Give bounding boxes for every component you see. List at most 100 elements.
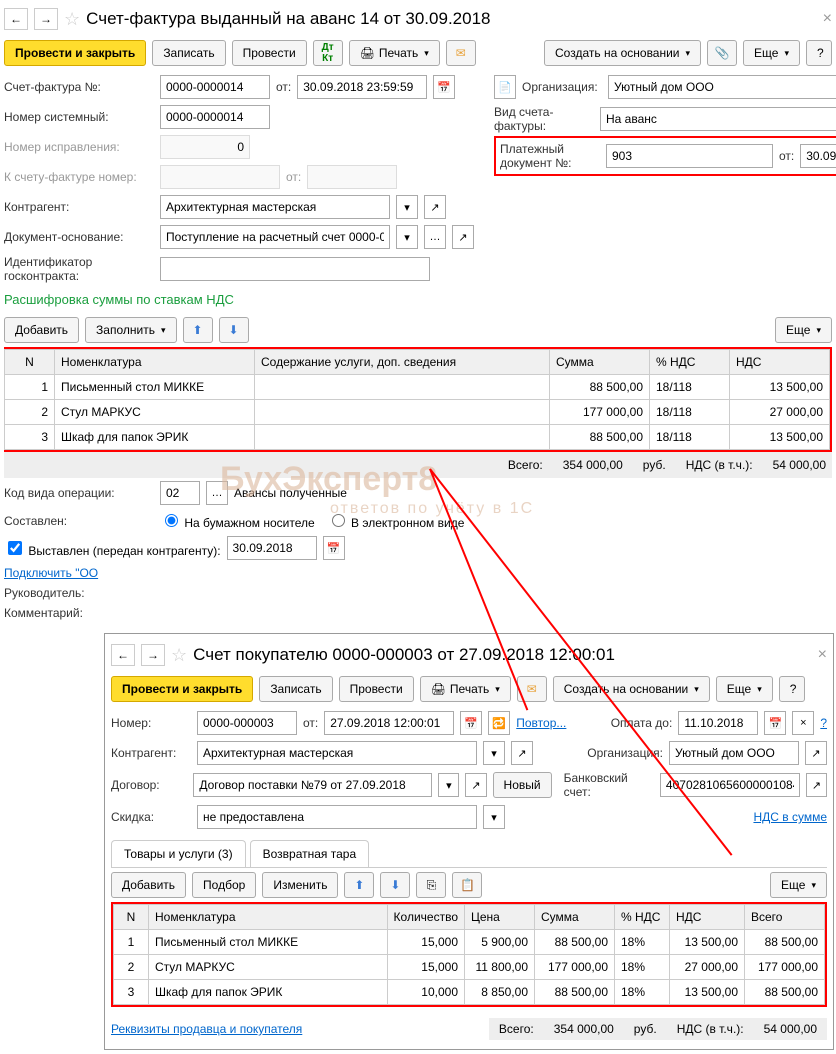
pay-until-calendar-icon[interactable]: 📅 [764, 711, 786, 735]
invoice-date-input[interactable] [297, 75, 427, 99]
radio-electronic[interactable]: В электронном виде [327, 511, 465, 530]
sub-create-basis-button[interactable]: Создать на основании [553, 676, 710, 702]
sub-close-icon[interactable]: × [818, 646, 827, 664]
pay-doc-date-input[interactable] [800, 144, 836, 168]
move-down-button[interactable] [219, 317, 249, 343]
pay-doc-input[interactable] [606, 144, 773, 168]
order-number-input[interactable] [197, 711, 297, 735]
help-button[interactable]: ? [806, 40, 832, 66]
discount-input[interactable] [197, 805, 477, 829]
sub-print-button[interactable]: Печать [420, 676, 511, 702]
basis-doc-label: Документ-основание: [4, 230, 154, 244]
bank-open[interactable]: ↗ [806, 773, 827, 797]
fill-button[interactable]: Заполнить [85, 317, 176, 343]
counterparty-input[interactable] [160, 195, 390, 219]
table-row[interactable]: 3Шкаф для папок ЭРИК10,0008 850,0088 500… [114, 980, 825, 1005]
table-row[interactable]: 3Шкаф для папок ЭРИК88 500,0018/11813 50… [5, 425, 830, 450]
sub-more-button[interactable]: Еще [716, 676, 773, 702]
basis-doc-open[interactable]: ↗ [452, 225, 474, 249]
invoice-type-input[interactable] [600, 107, 836, 131]
table-row[interactable]: 2Стул МАРКУС177 000,0018/11827 000,00 [5, 400, 830, 425]
counterparty-open[interactable]: ↗ [424, 195, 446, 219]
requisites-link[interactable]: Реквизиты продавца и покупателя [111, 1022, 302, 1036]
op-code-dots[interactable]: … [206, 481, 228, 505]
calendar-icon[interactable]: 📅 [433, 75, 455, 99]
vat-in-sum-link[interactable]: НДС в сумме [753, 810, 827, 824]
order-add-button[interactable]: Добавить [111, 872, 186, 898]
new-contract-button[interactable]: Новый [493, 772, 552, 798]
sub-help-button[interactable]: ? [779, 676, 805, 702]
nav-fwd[interactable]: → [34, 8, 58, 30]
order-copy-button[interactable] [416, 872, 446, 898]
pay-until-input[interactable] [678, 711, 758, 735]
counterparty-dropdown[interactable]: ▾ [396, 195, 418, 219]
basis-doc-dots[interactable]: … [424, 225, 446, 249]
o-total-label: Всего: [499, 1022, 534, 1036]
attach-button[interactable] [707, 40, 737, 66]
order-paste-button[interactable] [452, 872, 482, 898]
favorite-icon[interactable]: ☆ [64, 9, 80, 30]
post-button[interactable]: Провести [232, 40, 307, 66]
order-down-button[interactable] [380, 872, 410, 898]
order-up-button[interactable] [344, 872, 374, 898]
sub-nav-back[interactable]: ← [111, 644, 135, 666]
order-date-input[interactable] [324, 711, 454, 735]
order-table-more-button[interactable]: Еще [770, 872, 827, 898]
close-icon[interactable]: × [823, 10, 832, 28]
basis-doc-input[interactable] [160, 225, 390, 249]
more-button[interactable]: Еще [743, 40, 800, 66]
order-counterparty-dropdown[interactable]: ▾ [483, 741, 505, 765]
order-calendar-icon[interactable]: 📅 [460, 711, 482, 735]
pay-doc-from-label: от: [779, 149, 794, 163]
order-select-button[interactable]: Подбор [192, 872, 256, 898]
col-vat-pct: % НДС [650, 350, 730, 375]
create-basis-button[interactable]: Создать на основании [544, 40, 701, 66]
nav-back[interactable]: ← [4, 8, 28, 30]
repeat-link[interactable]: Повтор... [516, 716, 566, 730]
contract-dropdown[interactable]: ▾ [438, 773, 459, 797]
bank-input[interactable] [660, 773, 800, 797]
order-org-open[interactable]: ↗ [805, 741, 827, 765]
sub-save-button[interactable]: Записать [259, 676, 332, 702]
table-row[interactable]: 2Стул МАРКУС15,00011 800,00177 000,0018%… [114, 955, 825, 980]
order-counterparty-open[interactable]: ↗ [511, 741, 533, 765]
print-button[interactable]: Печать [349, 40, 440, 66]
contract-open[interactable]: ↗ [465, 773, 486, 797]
order-repeat-icon[interactable]: 🔁 [488, 711, 510, 735]
tab-goods[interactable]: Товары и услуги (3) [111, 840, 246, 867]
sub-favorite-icon[interactable]: ☆ [171, 645, 187, 666]
tab-return[interactable]: Возвратная тара [250, 840, 370, 867]
contract-input[interactable] [193, 773, 432, 797]
order-org-input[interactable] [669, 741, 799, 765]
issued-date-input[interactable] [227, 536, 317, 560]
sys-number-input[interactable] [160, 105, 270, 129]
dtkt-button[interactable]: ДтКт [313, 40, 343, 66]
post-close-button[interactable]: Провести и закрыть [4, 40, 146, 66]
connect-link[interactable]: Подключить "ОО [4, 566, 98, 580]
org-icon[interactable]: 📄 [494, 75, 516, 99]
sub-post-button[interactable]: Провести [339, 676, 414, 702]
basis-doc-dropdown[interactable]: ▾ [396, 225, 418, 249]
table-row[interactable]: 1Письменный стол МИККЕ15,0005 900,0088 5… [114, 930, 825, 955]
radio-paper[interactable]: На бумажном носителе [160, 511, 315, 530]
add-row-button[interactable]: Добавить [4, 317, 79, 343]
save-button[interactable]: Записать [152, 40, 225, 66]
issued-checkbox[interactable]: Выставлен (передан контрагенту): [4, 538, 221, 558]
org-input[interactable] [608, 75, 836, 99]
gos-id-input[interactable] [160, 257, 430, 281]
invoice-number-input[interactable] [160, 75, 270, 99]
issued-calendar-icon[interactable]: 📅 [323, 536, 345, 560]
mail-button[interactable] [446, 40, 476, 66]
sub-nav-fwd[interactable]: → [141, 644, 165, 666]
move-up-button[interactable] [183, 317, 213, 343]
table-more-button[interactable]: Еще [775, 317, 832, 343]
order-counterparty-input[interactable] [197, 741, 477, 765]
table-row[interactable]: 1Письменный стол МИККЕ88 500,0018/11813 … [5, 375, 830, 400]
pay-until-help[interactable]: ? [820, 716, 827, 730]
pay-until-clear[interactable]: × [792, 711, 814, 735]
op-code-input[interactable] [160, 481, 200, 505]
sub-post-close-button[interactable]: Провести и закрыть [111, 676, 253, 702]
discount-dropdown[interactable]: ▾ [483, 805, 505, 829]
sub-print-icon [431, 682, 446, 696]
order-edit-button[interactable]: Изменить [262, 872, 338, 898]
